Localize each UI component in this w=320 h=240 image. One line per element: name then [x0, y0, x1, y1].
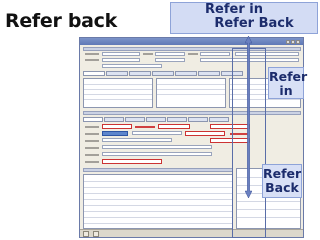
tab-item[interactable]: [106, 71, 128, 76]
patient-field[interactable]: [102, 64, 162, 68]
select-button[interactable]: [102, 131, 128, 136]
tab-item[interactable]: [83, 71, 105, 76]
refer-back-section-header: [83, 111, 301, 115]
refer-back-field[interactable]: [158, 124, 190, 129]
slide-title: Refer back: [5, 10, 117, 32]
close-icon[interactable]: [296, 39, 300, 44]
tab-item[interactable]: [198, 71, 220, 76]
tab-item[interactable]: [83, 117, 103, 122]
field-label: [85, 59, 99, 61]
field-label: [85, 154, 99, 156]
minimize-icon[interactable]: [286, 39, 290, 44]
maximize-icon[interactable]: [291, 39, 295, 44]
callout-in-line2: in: [279, 82, 293, 98]
field-label: [85, 140, 99, 142]
field-label: [85, 53, 99, 55]
patient-field[interactable]: [102, 52, 140, 56]
tab-item[interactable]: [152, 71, 174, 76]
history-panel: [83, 78, 153, 108]
field-label: [85, 147, 99, 149]
tab-item[interactable]: [167, 117, 187, 122]
window-controls: [286, 39, 300, 44]
tab-item[interactable]: [104, 117, 124, 122]
tab-item[interactable]: [209, 117, 229, 122]
required-label: [135, 126, 155, 128]
window-titlebar: [80, 38, 303, 45]
callout-top-line2: Refer Back: [214, 16, 294, 32]
tab-item[interactable]: [175, 71, 197, 76]
field-label: [85, 161, 99, 163]
grid-header: [83, 168, 233, 172]
patient-field[interactable]: [155, 52, 185, 56]
patient-field[interactable]: [200, 52, 230, 56]
callout-in-line1: Refer: [269, 69, 308, 84]
field-label: [143, 53, 153, 55]
refer-back-field[interactable]: [185, 131, 225, 136]
management-panel: [156, 78, 226, 108]
callout-top-line1: Refer in: [205, 2, 263, 17]
patient-field[interactable]: [102, 58, 140, 62]
tab-item[interactable]: [129, 71, 151, 76]
refer-back-field[interactable]: [102, 124, 132, 129]
tab-item[interactable]: [146, 117, 166, 122]
double-arrow-icon: [245, 36, 252, 198]
tab-item[interactable]: [125, 117, 145, 122]
callout-back-line2: Back: [265, 179, 299, 195]
window-footer: [80, 229, 303, 237]
refer-back-field[interactable]: [102, 138, 172, 142]
refer-back-field[interactable]: [102, 159, 162, 164]
refer-back-field[interactable]: [210, 124, 250, 129]
result-grid: [83, 174, 233, 229]
field-label: [85, 133, 99, 135]
footer-button-report[interactable]: [93, 230, 99, 237]
field-label: [85, 126, 99, 128]
checkbox-row[interactable]: [102, 145, 212, 149]
patient-field[interactable]: [155, 58, 185, 62]
refer-back-field[interactable]: [210, 138, 250, 143]
refer-in-refer-back-callout: Refer in Refer Back: [170, 2, 318, 34]
callout-back-line1: Refer: [263, 166, 302, 181]
patient-section-header: [83, 47, 301, 51]
tab-item[interactable]: [221, 71, 243, 76]
refer-in-callout: Refer in: [268, 67, 308, 99]
tab-item[interactable]: [188, 117, 208, 122]
refer-back-field[interactable]: [132, 131, 182, 135]
checkbox-row[interactable]: [102, 152, 212, 156]
refer-back-callout: Refer Back: [262, 164, 302, 198]
field-label: [188, 53, 198, 55]
footer-button-save[interactable]: [83, 230, 89, 237]
